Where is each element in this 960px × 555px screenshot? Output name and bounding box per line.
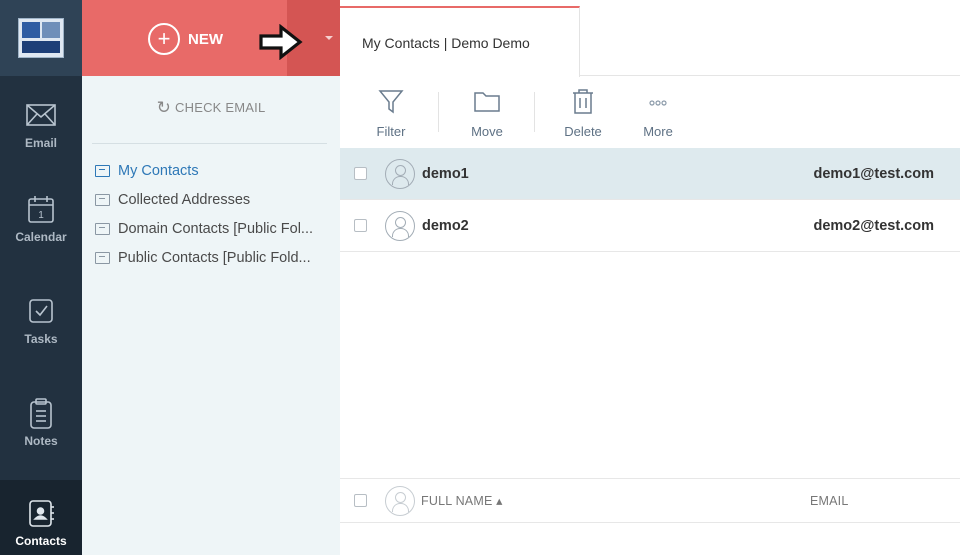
move-button[interactable]: Move [452, 80, 522, 148]
folder-label: Collected Addresses [118, 191, 251, 208]
folder-label: Domain Contacts [Public Fol... [118, 220, 314, 237]
nav-calendar-label: Calendar [15, 230, 67, 244]
nav-email-label: Email [24, 136, 57, 150]
select-all-checkbox[interactable] [354, 494, 367, 507]
nav-contacts-label: Contacts [15, 534, 67, 548]
move-label: Move [471, 124, 503, 139]
avatar-icon [385, 485, 415, 516]
app-logo [0, 0, 82, 76]
logo-icon [18, 18, 64, 58]
shared-folder-icon [95, 222, 110, 235]
new-button-label: NEW [188, 30, 223, 48]
folder-icon [95, 164, 110, 177]
check-email-button[interactable]: ↻ CHECK EMAIL [82, 98, 340, 118]
nav-notes-label: Notes [24, 434, 58, 448]
filter-label: Filter [376, 124, 406, 139]
contact-list: demo1 demo1@test.com demo2 demo2@test.co… [340, 148, 960, 252]
nav-contacts[interactable]: Contacts [0, 480, 82, 555]
filter-button[interactable]: Filter [356, 80, 426, 148]
column-email[interactable]: EMAIL [810, 494, 849, 508]
row-checkbox[interactable] [354, 219, 367, 232]
trash-icon [573, 89, 593, 114]
contact-book-icon [29, 500, 54, 527]
folder-list: My Contacts Collected Addresses Domain C… [95, 156, 335, 272]
folder-icon [95, 193, 110, 206]
calendar-icon: 1 [28, 196, 54, 223]
contact-email: demo2@test.com [813, 218, 934, 234]
tab-label: My Contacts | Demo Demo [362, 34, 530, 51]
more-label: More [643, 124, 673, 139]
tab-bar: My Contacts | Demo Demo [340, 0, 960, 77]
contact-name: demo2 [422, 217, 469, 234]
plus-circle-icon: + [148, 23, 180, 55]
divider [92, 143, 327, 144]
column-full-name[interactable]: FULL NAME ▴ [421, 493, 503, 508]
nav-tasks[interactable]: Tasks [0, 278, 82, 360]
contact-email: demo1@test.com [813, 166, 934, 182]
toolbar: Filter Move Delete More [340, 80, 960, 148]
filter-icon [378, 90, 404, 114]
new-button[interactable]: + NEW [148, 20, 223, 58]
svg-text:1: 1 [38, 210, 44, 221]
nav-calendar[interactable]: 1 Calendar [0, 176, 82, 258]
refresh-icon: ↻ [156, 98, 172, 117]
folder-label: My Contacts [118, 162, 199, 179]
check-email-label: CHECK EMAIL [175, 100, 266, 115]
chevron-down-icon [324, 36, 333, 40]
folder-label: Public Contacts [Public Fold... [118, 249, 311, 266]
notepad-icon [30, 398, 52, 429]
folder-public-contacts[interactable]: Public Contacts [Public Fold... [95, 243, 335, 272]
new-bar: + NEW [82, 0, 340, 76]
envelope-icon [26, 104, 56, 126]
divider [534, 92, 535, 132]
folder-icon [474, 92, 500, 112]
more-dots-icon [649, 100, 667, 106]
folder-collected-addresses[interactable]: Collected Addresses [95, 185, 335, 214]
app-nav-rail: Email 1 Calendar Tasks Notes Contacts [0, 0, 82, 555]
checkbox-icon [29, 299, 53, 323]
avatar-icon [385, 210, 415, 241]
more-button[interactable]: More [623, 80, 693, 148]
nav-notes[interactable]: Notes [0, 380, 82, 462]
folder-my-contacts[interactable]: My Contacts [95, 156, 335, 185]
main-area: My Contacts | Demo Demo Filter Move Dele… [340, 0, 960, 555]
column-header: FULL NAME ▴ EMAIL [340, 478, 960, 523]
contact-name: demo1 [422, 165, 469, 182]
nav-email[interactable]: Email [0, 82, 82, 164]
delete-button[interactable]: Delete [548, 80, 618, 148]
shared-folder-icon [95, 251, 110, 264]
folder-panel: + NEW ↻ CHECK EMAIL My Contacts Collected… [82, 0, 340, 555]
delete-label: Delete [564, 124, 602, 139]
row-checkbox[interactable] [354, 167, 367, 180]
contact-row[interactable]: demo1 demo1@test.com [340, 148, 960, 200]
arrow-right-icon [259, 24, 303, 60]
nav-tasks-label: Tasks [24, 332, 58, 346]
contact-row[interactable]: demo2 demo2@test.com [340, 200, 960, 252]
divider [438, 92, 439, 132]
avatar-icon [385, 158, 415, 189]
tab-my-contacts[interactable]: My Contacts | Demo Demo [340, 6, 580, 77]
folder-domain-contacts[interactable]: Domain Contacts [Public Fol... [95, 214, 335, 243]
